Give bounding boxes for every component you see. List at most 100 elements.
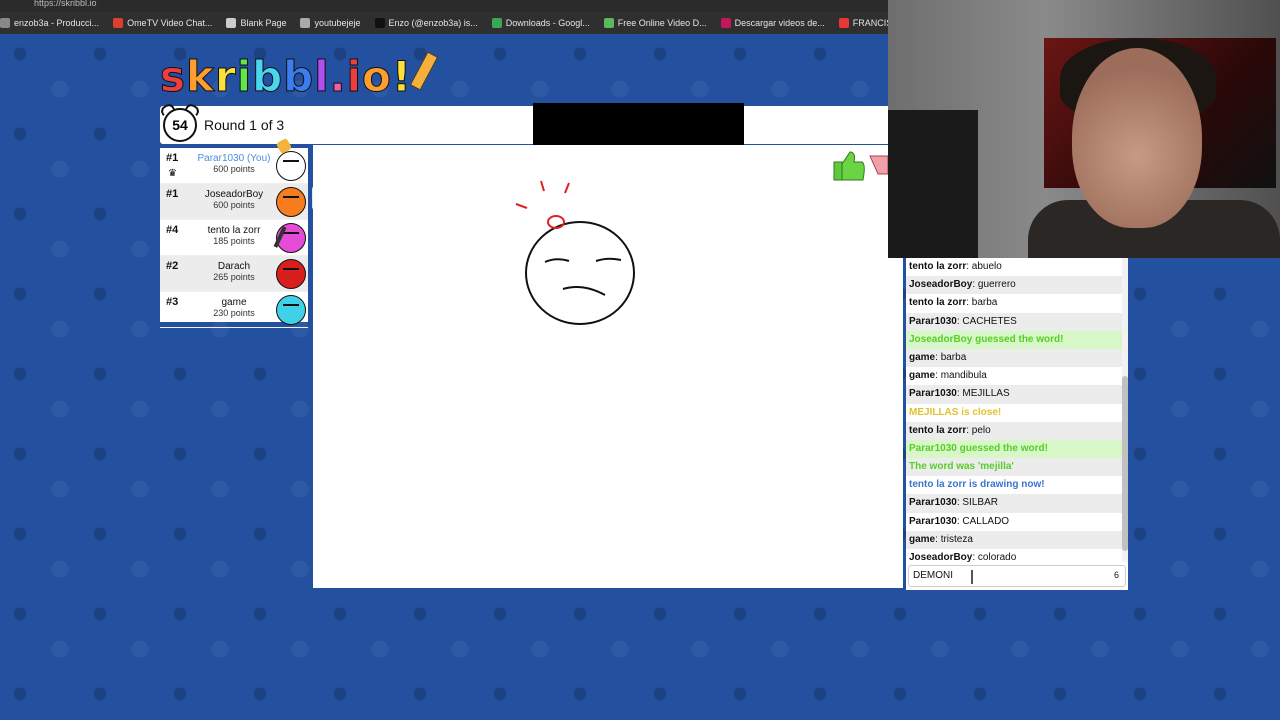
chat-text: CACHETES <box>962 315 1017 327</box>
chat-message: tento la zorr: barba <box>909 297 998 309</box>
chat-text: abuelo <box>971 261 1002 272</box>
bookmark-favicon-icon <box>491 18 502 28</box>
chat-username: Parar1030 <box>909 515 957 527</box>
bookmark-item[interactable]: youtubejeje <box>300 18 361 28</box>
chat-text: mandibula <box>940 370 987 382</box>
bookmark-label: Descargar videos de... <box>734 18 825 28</box>
text-cursor <box>971 570 973 584</box>
player-rank: #1 <box>166 188 179 200</box>
bookmark-label: Free Online Video D... <box>617 18 707 28</box>
player-avatar <box>276 295 306 325</box>
logo-letter: r <box>214 52 237 102</box>
chat-message: tento la zorr is drawing now! <box>906 476 1122 494</box>
player-row[interactable]: #1 JoseadorBoy 600 points <box>160 184 308 220</box>
char-counter: 6 <box>1113 570 1119 580</box>
chat-panel: tento la zorr: abuelo JoseadorBoy: guerre… <box>906 258 1128 590</box>
player-rank: #1 <box>166 152 179 164</box>
bookmark-item[interactable]: Downloads - Googl... <box>491 18 590 28</box>
logo-letter: b <box>252 52 284 102</box>
player-points: 600 points <box>213 164 255 174</box>
chat-username: tento la zorr <box>909 261 967 272</box>
chat-message: game: barba <box>906 348 1122 368</box>
chat-username: JoseadorBoy <box>909 279 973 291</box>
bookmark-favicon-icon <box>838 18 849 28</box>
bookmark-item[interactable]: Free Online Video D... <box>603 18 707 28</box>
chat-username: tento la zorr <box>909 297 967 309</box>
chat-text: colorado <box>977 552 1017 562</box>
drawn-left-eye <box>544 258 570 263</box>
bookmark-item[interactable]: enzob3a - Producci... <box>0 18 99 28</box>
logo-letter: b <box>283 52 315 102</box>
chat-scrollbar[interactable] <box>1122 258 1128 562</box>
chat-message: Parar1030: CACHETES <box>906 312 1122 331</box>
bookmarks-bar: enzob3a - Producci... OmeTV Video Chat...… <box>0 12 917 34</box>
player-row[interactable]: #3 game 230 points <box>160 292 308 328</box>
bookmark-item[interactable]: OmeTV Video Chat... <box>113 18 212 28</box>
chat-message: tento la zorr: abuelo <box>909 261 1002 272</box>
bookmark-item[interactable]: Blank Page <box>226 18 286 28</box>
bookmark-favicon-icon <box>603 18 614 28</box>
chat-message: The word was 'mejilla' <box>906 458 1122 477</box>
player-row[interactable]: #1 Parar1030 (You) 600 points ♛ <box>160 137 308 184</box>
bookmark-favicon-icon <box>113 18 124 28</box>
round-indicator: Round 1 of 3 <box>204 117 285 133</box>
bookmark-label: Downloads - Googl... <box>505 18 590 28</box>
bookmark-label: Blank Page <box>240 18 287 28</box>
chat-messages[interactable]: tento la zorr: abuelo JoseadorBoy: guerre… <box>906 258 1122 562</box>
drawn-mouth <box>562 286 606 296</box>
chat-text: barba <box>940 351 967 363</box>
chat-text: MEJILLAS <box>962 388 1010 400</box>
drawn-red-line-3 <box>515 203 528 209</box>
logo-letter: s <box>160 52 186 102</box>
player-points: 265 points <box>213 272 255 282</box>
guess-input-value: DEMONI <box>913 570 953 581</box>
logo-letter: ! <box>391 52 413 102</box>
chat-message: game: tristeza <box>906 530 1122 549</box>
chat-text: guerrero <box>977 279 1016 291</box>
chat-username: game <box>909 370 936 382</box>
bookmark-label: enzob3a - Producci... <box>14 18 100 28</box>
drawn-red-line-2 <box>564 182 570 194</box>
drawn-face <box>525 221 635 325</box>
chat-message: Parar1030: MEJILLAS <box>906 385 1122 404</box>
chat-system-text: The word was 'mejilla' <box>909 461 1014 473</box>
webcam-overlay <box>888 0 1280 258</box>
bookmark-favicon-icon <box>374 18 385 28</box>
player-name: tento la zorr <box>207 225 261 236</box>
player-points: 185 points <box>213 236 255 246</box>
player-row[interactable]: #2 Darach 265 points <box>160 256 308 292</box>
player-name: JoseadorBoy <box>204 189 264 200</box>
crown-icon: ♛ <box>168 168 177 179</box>
chat-text: CALLADO <box>962 515 1010 527</box>
chat-message: JoseadorBoy: colorado <box>909 552 1017 562</box>
thumbs-up-icon[interactable] <box>833 151 865 181</box>
drawing-canvas[interactable] <box>313 145 903 588</box>
chat-text: SILBAR <box>962 497 998 509</box>
skribbl-logo: skribbl.io! <box>160 51 439 102</box>
bookmark-label: Enzo (@enzob3a) is... <box>388 18 478 28</box>
logo-letter: o <box>362 52 392 102</box>
bookmark-label: OmeTV Video Chat... <box>127 18 213 28</box>
chat-text: barba <box>971 297 998 309</box>
chat-username: Parar1030 <box>909 315 957 327</box>
thumbs-down-icon[interactable] <box>869 155 889 175</box>
timer-clock: 54 <box>163 108 197 142</box>
chat-message: JoseadorBoy: guerrero <box>906 276 1122 295</box>
chat-username: game <box>909 533 936 545</box>
guess-input[interactable]: DEMONI 6 <box>908 565 1126 587</box>
bookmark-favicon-icon <box>226 18 237 28</box>
player-avatar <box>276 259 306 289</box>
logo-letter: i <box>346 52 362 102</box>
chat-system-text: tento la zorr is drawing now! <box>909 479 1045 491</box>
player-points: 230 points <box>213 308 255 318</box>
player-points: 600 points <box>213 200 255 210</box>
player-list: #1 Parar1030 (You) 600 points ♛ #1 JoseadorBo… <box>160 137 308 328</box>
chat-text: tristeza <box>940 533 973 545</box>
drawing-svg <box>515 180 635 325</box>
player-rank: #3 <box>166 296 179 308</box>
bookmark-item[interactable]: Enzo (@enzob3a) is... <box>374 18 478 28</box>
player-row[interactable]: #4 tento la zorr 185 points <box>160 220 308 256</box>
chat-username: Parar1030 <box>909 497 957 509</box>
bookmark-item[interactable]: Descargar videos de... <box>720 18 825 28</box>
timer-value: 54 <box>172 117 188 133</box>
